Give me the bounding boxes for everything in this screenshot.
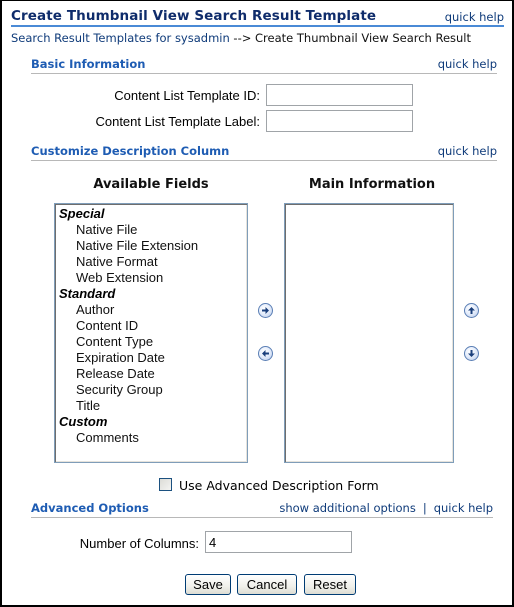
arrow-right-icon (262, 307, 269, 314)
number-of-columns-label: Number of Columns: (79, 536, 199, 551)
option-security-group[interactable]: Security Group (59, 382, 247, 398)
option-native-format[interactable]: Native Format (59, 254, 247, 270)
option-title[interactable]: Title (59, 398, 247, 414)
option-comments[interactable]: Comments (59, 430, 247, 446)
arrow-down-icon (468, 350, 475, 357)
arrow-up-icon (468, 307, 475, 314)
basic-information-quick-help-link[interactable]: quick help (438, 57, 497, 71)
advanced-description-form-checkbox[interactable] (159, 478, 172, 491)
available-fields-list[interactable]: Special Native File Native File Extensio… (54, 203, 248, 463)
option-content-id[interactable]: Content ID (59, 318, 247, 334)
basic-information-header: Basic Information quick help (31, 57, 497, 74)
template-label-input[interactable] (266, 110, 413, 132)
add-field-button[interactable] (258, 303, 273, 318)
move-down-button[interactable] (464, 346, 479, 361)
option-web-extension[interactable]: Web Extension (59, 270, 247, 286)
option-native-file-extension[interactable]: Native File Extension (59, 238, 247, 254)
option-native-file[interactable]: Native File (59, 222, 247, 238)
option-group-special: Special (59, 206, 105, 221)
breadcrumb-current: Create Thumbnail View Search Result (255, 31, 472, 45)
option-content-type[interactable]: Content Type (59, 334, 247, 350)
option-expiration-date[interactable]: Expiration Date (59, 350, 247, 366)
link-separator: | (422, 501, 427, 515)
template-id-input[interactable] (266, 84, 413, 106)
basic-information-title: Basic Information (31, 57, 146, 71)
option-group-standard: Standard (59, 286, 116, 301)
breadcrumb-separator: --> (229, 31, 256, 45)
main-information-title: Main Information (308, 177, 436, 192)
page-title: Create Thumbnail View Search Result Temp… (11, 8, 377, 24)
reset-button[interactable]: Reset (304, 574, 356, 595)
customize-description-title: Customize Description Column (31, 144, 230, 158)
number-of-columns-input[interactable] (205, 531, 352, 553)
cancel-button[interactable]: Cancel (237, 574, 297, 595)
remove-field-button[interactable] (258, 346, 273, 361)
advanced-options-header: Advanced Options show additional options… (31, 501, 493, 518)
available-fields-title: Available Fields (93, 177, 209, 192)
template-label-label: Content List Template Label: (95, 114, 260, 129)
save-button[interactable]: Save (185, 574, 231, 595)
advanced-options-title: Advanced Options (31, 501, 149, 515)
quick-help-link[interactable]: quick help (445, 10, 504, 24)
option-group-custom: Custom (59, 414, 108, 429)
advanced-options-quick-help-link[interactable]: quick help (434, 501, 493, 515)
arrow-left-icon (262, 350, 269, 357)
breadcrumb: Search Result Templates for sysadmin -->… (11, 31, 471, 45)
move-up-button[interactable] (464, 303, 479, 318)
breadcrumb-parent-link[interactable]: Search Result Templates for sysadmin (11, 31, 230, 45)
advanced-description-form-label: Use Advanced Description Form (179, 478, 379, 493)
page-header: Create Thumbnail View Search Result Temp… (11, 7, 504, 27)
option-author[interactable]: Author (59, 302, 247, 318)
page-frame: Create Thumbnail View Search Result Temp… (0, 0, 514, 607)
template-id-label: Content List Template ID: (114, 88, 260, 103)
option-release-date[interactable]: Release Date (59, 366, 247, 382)
customize-description-header: Customize Description Column quick help (31, 144, 497, 161)
customize-description-quick-help-link[interactable]: quick help (438, 144, 497, 158)
main-information-list[interactable] (284, 203, 454, 463)
advanced-options-links: show additional options | quick help (279, 501, 493, 515)
show-additional-options-link[interactable]: show additional options (279, 501, 416, 515)
